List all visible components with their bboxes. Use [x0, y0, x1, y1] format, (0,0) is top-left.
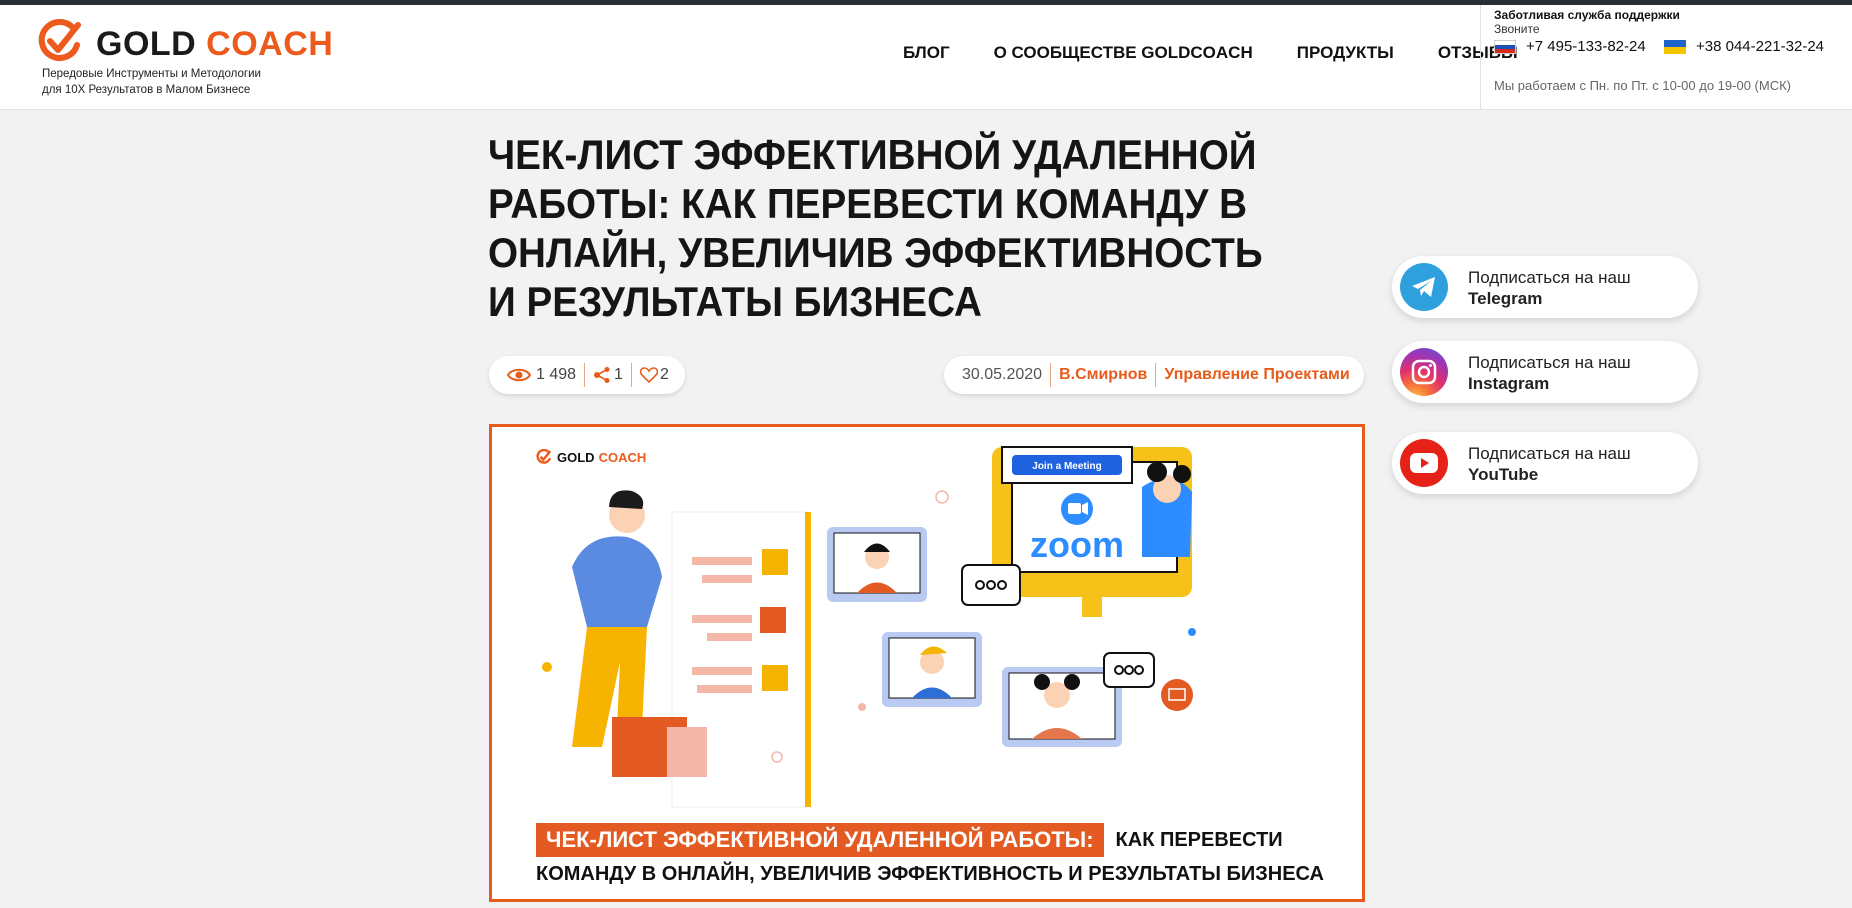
- divider: [630, 363, 632, 387]
- subscribe-channel-name: Telegram: [1468, 289, 1543, 308]
- russia-flag-icon: [1494, 39, 1516, 54]
- likes-count: 2: [659, 366, 669, 383]
- support-block: Заботливая служба поддержки Звоните +7 4…: [1480, 5, 1852, 110]
- telegram-icon: [1400, 263, 1448, 311]
- divider: [1155, 363, 1157, 387]
- heart-icon: [639, 367, 658, 383]
- logo-check-icon: [38, 19, 81, 61]
- views-count: 1 498: [536, 366, 577, 383]
- shares-counter[interactable]: 1: [593, 366, 623, 384]
- tagline: Передовые Инструменты и Методологии для …: [42, 66, 302, 98]
- hero-caption-line-1: ЧЕК-ЛИСТ ЭФФЕКТИВНОЙ УДАЛЕННОЙ РАБОТЫ: К…: [536, 823, 1283, 857]
- subscribe-instagram-text: Подписаться на наш Instagram: [1468, 352, 1631, 394]
- subscribe-instagram[interactable]: Подписаться на наш Instagram: [1392, 341, 1698, 403]
- author-link[interactable]: В.Смирнов: [1059, 366, 1147, 384]
- article-title: ЧЕК-ЛИСТ ЭФФЕКТИВНОЙ УДАЛЕННОЙ РАБОТЫ: К…: [488, 131, 1263, 325]
- hero-image: GOLD COACH Join a Meeting zoom ЧЕК-ЛИСТ …: [489, 424, 1365, 902]
- category-link[interactable]: Управление Проектами: [1164, 366, 1349, 384]
- ukraine-flag-icon: [1664, 39, 1686, 54]
- nav-blog[interactable]: БЛОГ: [903, 43, 950, 63]
- site-header: GOLD COACH Передовые Инструменты и Метод…: [0, 5, 1852, 110]
- join-meeting-text: Join a Meeting: [1032, 461, 1101, 472]
- nav-about[interactable]: О СООБЩЕСТВЕ GOLDCOACH: [994, 43, 1253, 63]
- instagram-icon: [1400, 348, 1448, 396]
- subscribe-prefix: Подписаться на наш: [1468, 268, 1631, 287]
- subscribe-telegram[interactable]: Подписаться на наш Telegram: [1392, 256, 1698, 318]
- shares-count: 1: [614, 366, 623, 383]
- youtube-icon: [1400, 439, 1448, 487]
- divider: [1050, 363, 1052, 387]
- working-hours: Мы работаем с Пн. по Пт. с 10-00 до 19-0…: [1494, 78, 1791, 93]
- logo-coach: COACH: [206, 25, 334, 63]
- remote-work-illustration: Join a Meeting zoom: [542, 446, 1196, 808]
- subscribe-channel-name: YouTube: [1468, 465, 1539, 484]
- divider: [584, 363, 586, 387]
- subscribe-youtube[interactable]: Подписаться на наш YouTube: [1392, 432, 1698, 494]
- subscribe-youtube-text: Подписаться на наш YouTube: [1468, 443, 1631, 485]
- tagline-line-2: для 10Х Результатов в Малом Бизнесе: [42, 84, 251, 96]
- views-counter: 1 498: [507, 366, 576, 384]
- tagline-line-1: Передовые Инструменты и Методологии: [42, 68, 261, 80]
- article-meta: 30.05.2020 В.Смирнов Управление Проектам…: [944, 356, 1364, 394]
- share-icon: [594, 367, 610, 383]
- hero-caption: ЧЕК-ЛИСТ ЭФФЕКТИВНОЙ УДАЛЕННОЙ РАБОТЫ: К…: [492, 811, 1362, 899]
- hero-caption-rest: КАК ПЕРЕВЕСТИ: [1115, 828, 1283, 851]
- support-call: Звоните: [1494, 22, 1540, 36]
- eye-icon: [507, 368, 531, 382]
- phone-ua[interactable]: +38 044-221-32-24: [1664, 38, 1824, 55]
- subscribe-prefix: Подписаться на наш: [1468, 353, 1631, 372]
- likes-counter[interactable]: 2: [639, 366, 669, 384]
- subscribe-telegram-text: Подписаться на наш Telegram: [1468, 267, 1631, 309]
- article-stats: 1 498 1 2: [489, 356, 685, 394]
- logo-gold: GOLD: [96, 25, 197, 63]
- support-title: Заботливая служба поддержки: [1494, 8, 1680, 22]
- phone-ua-number: +38 044-221-32-24: [1696, 38, 1825, 55]
- subscribe-channel-name: Instagram: [1468, 374, 1550, 393]
- phone-ru-number: +7 495-133-82-24: [1526, 38, 1646, 55]
- phone-ru[interactable]: +7 495-133-82-24: [1494, 38, 1646, 55]
- zoom-text: zoom: [1030, 524, 1124, 565]
- main-nav: БЛОГ О СООБЩЕСТВЕ GOLDCOACH ПРОДУКТЫ ОТЗ…: [903, 43, 1562, 63]
- article-date: 30.05.2020: [962, 366, 1043, 383]
- hero-caption-line-2: КОМАНДУ В ОНЛАЙН, УВЕЛИЧИВ ЭФФЕКТИВНОСТЬ…: [536, 863, 1324, 885]
- hero-caption-tag: ЧЕК-ЛИСТ ЭФФЕКТИВНОЙ УДАЛЕННОЙ РАБОТЫ:: [536, 823, 1104, 857]
- nav-products[interactable]: ПРОДУКТЫ: [1297, 43, 1394, 63]
- logo-text: GOLD COACH: [96, 25, 333, 64]
- subscribe-prefix: Подписаться на наш: [1468, 444, 1631, 463]
